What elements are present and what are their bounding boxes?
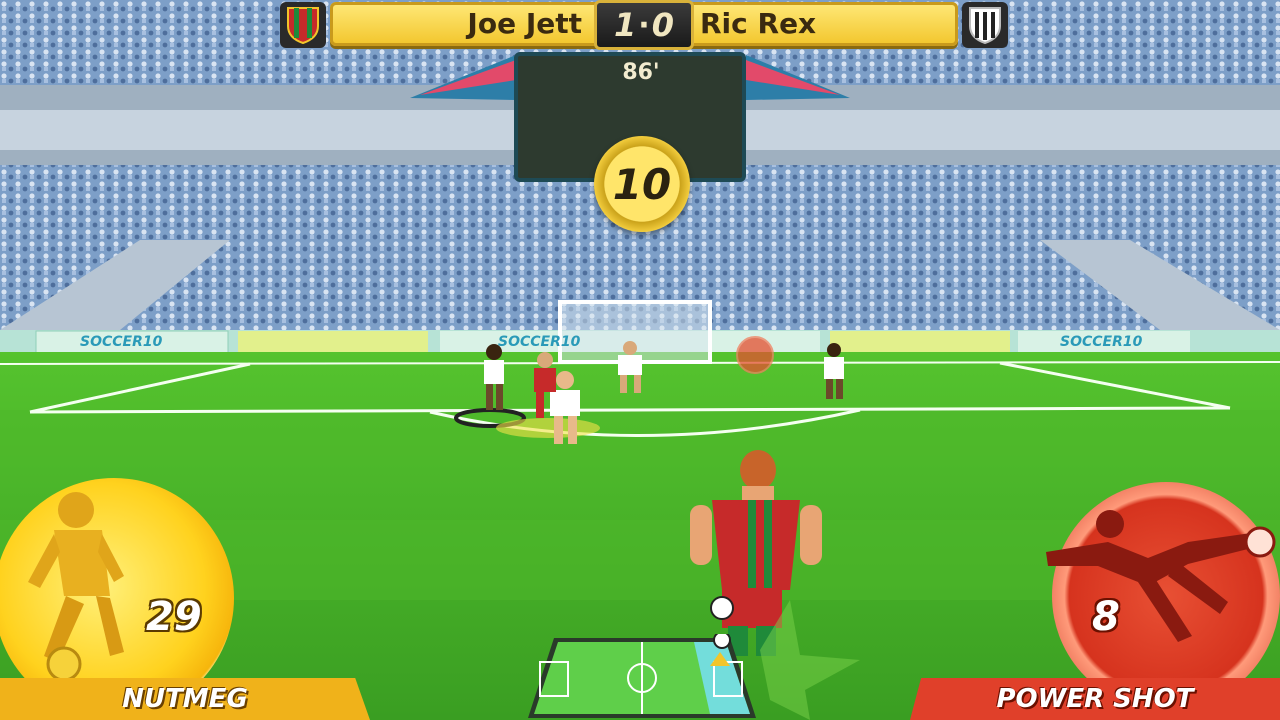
home-team-name: Joe Jett xyxy=(467,7,582,40)
power-shot-ability-button[interactable]: 8 xyxy=(1046,482,1280,710)
score-display: 1 · 0 xyxy=(594,0,694,50)
away-team-name: Ric Rex xyxy=(700,7,817,40)
bicycle-kick-icon xyxy=(1046,510,1276,642)
ball-icon xyxy=(713,634,731,649)
nutmeg-count: 29 xyxy=(146,594,202,640)
away-team-crest-icon xyxy=(962,2,1008,48)
home-team-crest-icon xyxy=(280,2,326,48)
pitch-minimap[interactable] xyxy=(524,634,760,720)
ad-board-center: SOCCER10 xyxy=(498,334,581,350)
ad-board-right: SOCCER10 xyxy=(1060,334,1143,350)
turn-timer-value: 10 xyxy=(612,159,672,209)
turn-timer-medal: 10 xyxy=(594,136,690,232)
scoreboard: Joe Jett 1 · 0 Ric Rex xyxy=(280,0,1008,50)
ad-board-left: SOCCER10 xyxy=(80,334,163,350)
score-separator: · xyxy=(638,7,650,43)
away-score: 0 xyxy=(651,6,674,44)
nutmeg-label[interactable]: NUTMEG xyxy=(0,678,370,720)
power-shot-count: 8 xyxy=(1092,594,1120,640)
power-shot-label[interactable]: POWER SHOT xyxy=(910,678,1280,720)
match-time: 86' xyxy=(622,60,660,85)
dribbling-player-icon xyxy=(28,492,124,682)
home-score: 1 xyxy=(614,6,637,44)
